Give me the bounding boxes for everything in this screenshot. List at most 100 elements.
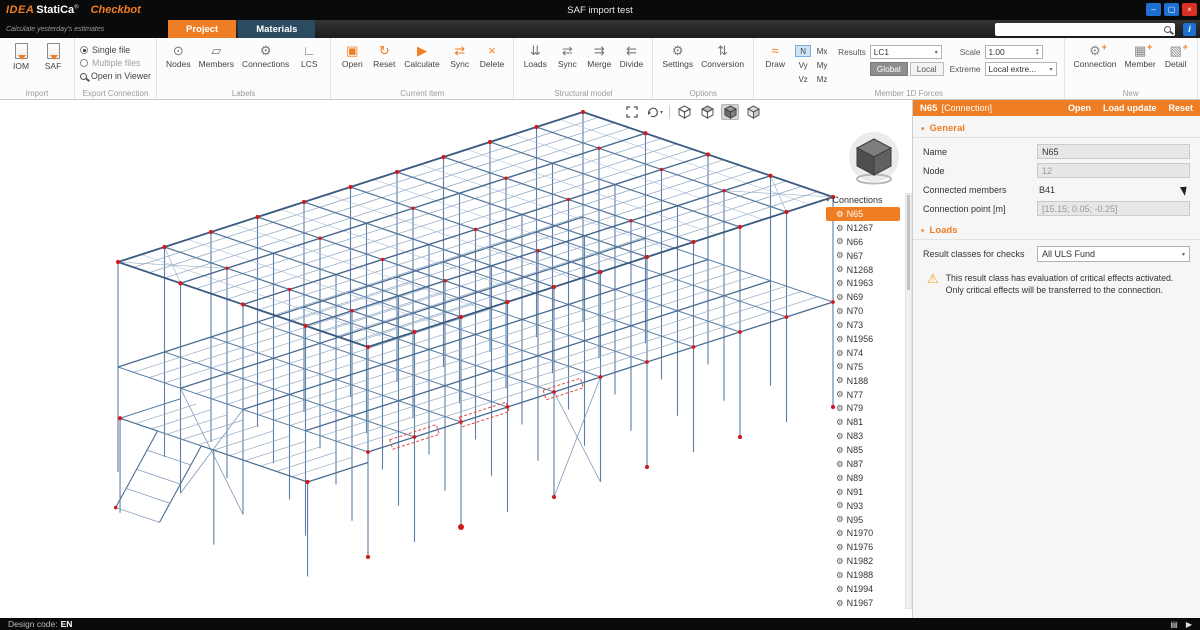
connection-list-item[interactable]: ⚙ N85 xyxy=(826,443,900,457)
connection-list-item[interactable]: ⚙ N69 xyxy=(826,290,900,304)
connection-list-item[interactable]: ⚙ N188 xyxy=(826,374,900,388)
cube-outline-icon[interactable] xyxy=(675,104,693,120)
extreme-label: Extreme xyxy=(950,64,981,74)
connection-list-item[interactable]: ⚙ N67 xyxy=(826,249,900,263)
scale-input[interactable]: 1.00 ▴▾ xyxy=(985,45,1043,59)
connection-list-item[interactable]: ⚙ N91 xyxy=(826,485,900,499)
connections-scrollbar[interactable] xyxy=(905,193,912,609)
name-input[interactable]: N65 xyxy=(1037,144,1190,159)
connection-list-item[interactable]: ⚙ N70 xyxy=(826,304,900,318)
connection-list-item[interactable]: ⚙ N1268 xyxy=(826,263,900,277)
ribbon-group-import: IOM SAF Import xyxy=(0,38,75,99)
connection-list-item[interactable]: ⚙ N79 xyxy=(826,401,900,415)
tab-materials[interactable]: Materials xyxy=(238,20,315,38)
chevron-down-icon: ▾ xyxy=(935,49,938,56)
info-button[interactable]: i xyxy=(1183,23,1196,36)
force-component-toggle[interactable]: Mz xyxy=(814,73,830,85)
ribbon-button[interactable]: ⚙ Connections xyxy=(238,41,293,71)
minimize-button[interactable]: – xyxy=(1146,3,1161,16)
force-component-toggle[interactable]: Mx xyxy=(814,45,830,57)
ribbon-button[interactable]: ∟ LCS xyxy=(293,41,325,71)
ribbon-button[interactable]: ▶ Calculate xyxy=(400,41,443,71)
force-component-toggle[interactable]: Vz xyxy=(795,73,811,85)
ribbon-button[interactable]: ⇇ Divide xyxy=(615,41,647,71)
connection-list-item[interactable]: ⚙ N93 xyxy=(826,499,900,513)
force-component-toggle[interactable]: N xyxy=(795,45,811,57)
connection-list-item[interactable]: ⚙ N87 xyxy=(826,457,900,471)
connection-list-item[interactable]: ⚙ N65 xyxy=(826,207,900,221)
connection-list-item[interactable]: ⚙ N81 xyxy=(826,415,900,429)
connection-list-item[interactable]: ⚙ N83 xyxy=(826,429,900,443)
orbit-icon[interactable]: ▾ xyxy=(646,104,664,120)
ribbon-button[interactable]: ⇉ Merge xyxy=(583,41,615,71)
ribbon-button[interactable]: ⇄ Sync xyxy=(551,41,583,71)
panel-action-button[interactable]: Reset xyxy=(1168,103,1193,113)
global-toggle[interactable]: Global xyxy=(870,62,908,76)
tab-project[interactable]: Project xyxy=(168,20,236,38)
ribbon-button[interactable]: ▣ Open xyxy=(336,41,368,71)
connections-root-node[interactable]: ▾ Connections xyxy=(826,193,900,207)
section-loads[interactable]: ▾ Loads xyxy=(913,218,1200,240)
ribbon-button[interactable]: ↻ Reset xyxy=(368,41,400,71)
extreme-dropdown[interactable]: Local extre... ▾ xyxy=(985,62,1057,76)
connection-list-item[interactable]: ⚙ N1988 xyxy=(826,568,900,582)
connection-list-item[interactable]: ⚙ N1956 xyxy=(826,332,900,346)
result-classes-dropdown[interactable]: All ULS Fund ▾ xyxy=(1037,246,1190,262)
cube-solid-icon[interactable] xyxy=(721,104,739,120)
force-component-toggle[interactable]: Vy xyxy=(795,59,811,71)
ribbon-button[interactable]: ⚙ Settings xyxy=(658,41,697,71)
draw-icon: ≈ xyxy=(772,43,779,58)
ribbon-button[interactable]: ▱ Members xyxy=(195,41,238,71)
ribbon-button[interactable]: ⇊ Loads xyxy=(519,41,551,71)
connection-list-item[interactable]: ⚙ N1976 xyxy=(826,540,900,554)
connection-list-item[interactable]: ⚙ N75 xyxy=(826,360,900,374)
local-toggle[interactable]: Local xyxy=(910,62,944,76)
cube-stack-icon[interactable] xyxy=(698,104,716,120)
cube-shaded-icon[interactable] xyxy=(744,104,762,120)
panel-action-button[interactable]: Open xyxy=(1068,103,1091,113)
connection-list-item[interactable]: ⚙ N1970 xyxy=(826,526,900,540)
connection-list-item[interactable]: ⚙ N66 xyxy=(826,235,900,249)
close-button[interactable]: × xyxy=(1182,3,1197,16)
fit-view-icon[interactable] xyxy=(623,104,641,120)
draw-forces-button[interactable]: ≈ Draw xyxy=(759,41,791,71)
screen-icon[interactable]: ▤ xyxy=(1170,620,1178,629)
export-single-file-radio[interactable]: Single file xyxy=(80,45,130,55)
search-input[interactable] xyxy=(999,24,1164,34)
connection-list-item[interactable]: ⚙ N1267 xyxy=(826,221,900,235)
ribbon-button[interactable]: ⇅ Conversion xyxy=(697,41,748,71)
connection-list-item[interactable]: ⚙ N95 xyxy=(826,513,900,527)
results-dropdown[interactable]: LC1 ▾ xyxy=(870,45,942,59)
iom-import-button[interactable]: IOM xyxy=(5,41,37,73)
maximize-button[interactable]: ▢ xyxy=(1164,3,1179,16)
export-multiple-files-radio[interactable]: Multiple files xyxy=(80,58,140,68)
connection-list-item[interactable]: ⚙ N77 xyxy=(826,388,900,402)
section-general[interactable]: ▾ General xyxy=(913,116,1200,138)
connection-list-item[interactable]: ⚙ N1967 xyxy=(826,596,900,610)
saf-import-button[interactable]: SAF xyxy=(37,41,69,73)
connection-list-item[interactable]: ⚙ N1963 xyxy=(826,276,900,290)
connection-list-item[interactable]: ⚙ N74 xyxy=(826,346,900,360)
search-icon[interactable] xyxy=(1164,26,1171,33)
play-icon[interactable]: ▶ xyxy=(1186,620,1192,629)
ribbon-button[interactable]: ⚙ Connection xyxy=(1070,41,1121,71)
spinner-icon[interactable]: ▴▾ xyxy=(1036,48,1039,56)
panel-action-button[interactable]: Load update xyxy=(1103,103,1157,113)
connection-list-item[interactable]: ⚙ N1982 xyxy=(826,554,900,568)
collapse-caret-icon[interactable]: ▾ xyxy=(826,196,830,204)
connection-list-item[interactable]: ⚙ N89 xyxy=(826,471,900,485)
open-in-viewer-button[interactable]: Open in Viewer xyxy=(80,71,151,81)
ribbon-button[interactable]: ⇄ Sync xyxy=(444,41,476,71)
ribbon-group-labels: ⊙ Nodes ▱ Members ⚙ Connections ∟ xyxy=(157,38,331,99)
connection-list-item[interactable]: ⚙ N73 xyxy=(826,318,900,332)
ribbon-button[interactable]: ▧ Detail xyxy=(1160,41,1192,71)
ribbon-button[interactable]: ▦ Member xyxy=(1121,41,1160,71)
ribbon-button[interactable]: × Delete xyxy=(476,41,509,71)
force-component-toggle[interactable]: My xyxy=(814,59,830,71)
model-viewport[interactable]: ▾ xyxy=(0,100,912,618)
scrollbar-thumb[interactable] xyxy=(907,195,910,290)
ribbon-button[interactable]: ⊙ Nodes xyxy=(162,41,195,71)
connection-list-item[interactable]: ⚙ N1994 xyxy=(826,582,900,596)
navigation-cube[interactable] xyxy=(844,130,904,190)
structure-3d-model[interactable] xyxy=(0,100,912,618)
